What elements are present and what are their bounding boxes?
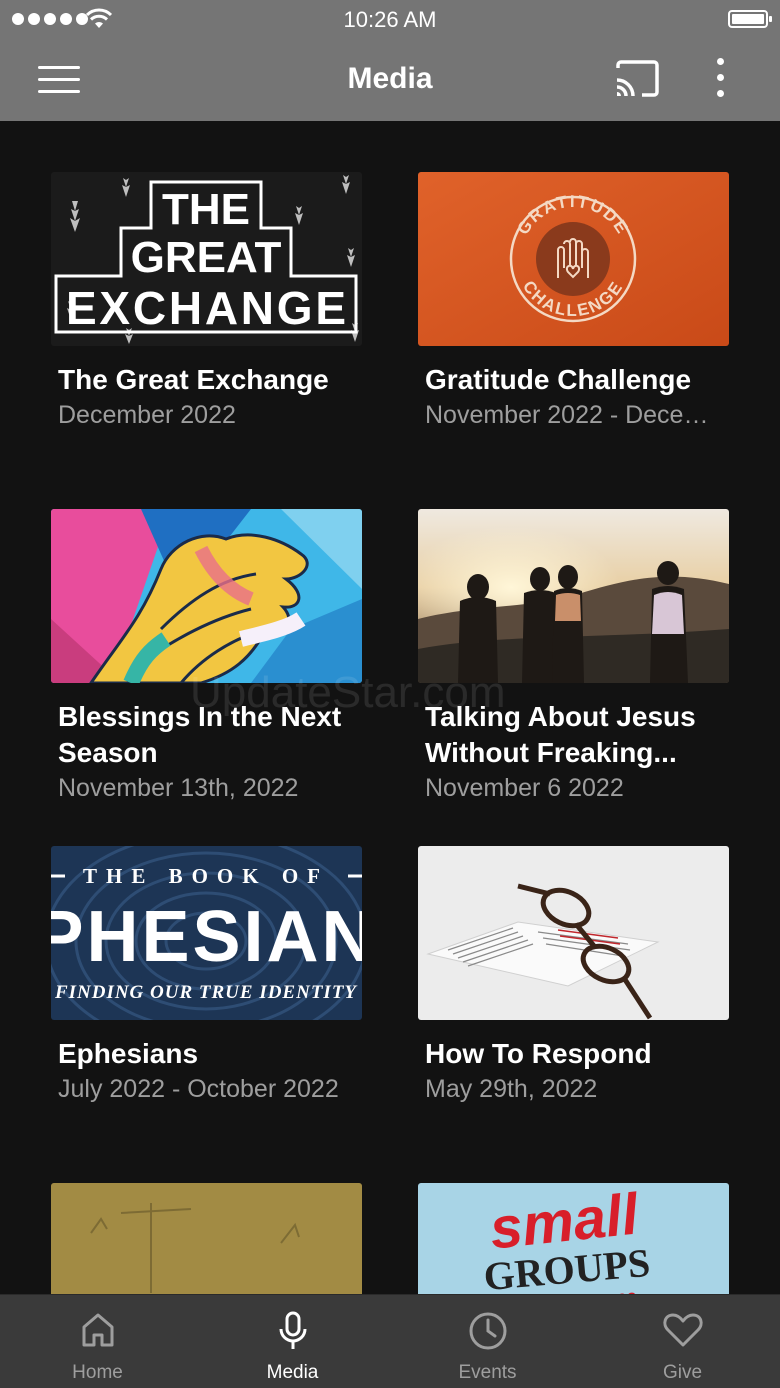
media-card[interactable]: Talking About Jesus Without Freaking... … bbox=[418, 509, 729, 805]
svg-text:EXCHANGE: EXCHANGE bbox=[66, 282, 346, 334]
card-title: How To Respond bbox=[425, 1038, 652, 1069]
media-card[interactable]: How To Respond May 29th, 2022 bbox=[418, 846, 729, 1106]
heart-icon bbox=[662, 1313, 703, 1347]
card-title: The Great Exchange bbox=[58, 364, 329, 395]
card-title: Blessings In the Next Season bbox=[58, 701, 342, 768]
media-card[interactable] bbox=[51, 1183, 362, 1294]
series-thumbnail bbox=[51, 1183, 362, 1294]
media-card[interactable]: THE BOOK OF EPHESIANS FINDING OUR TRUE I… bbox=[51, 846, 362, 1106]
media-grid: THE GREAT EXCHANGE The Great Exchange De… bbox=[0, 121, 780, 1294]
series-thumbnail bbox=[51, 509, 362, 683]
series-thumbnail: GRATITUDE CHALLENGE bbox=[418, 172, 729, 346]
card-date: November 13th, 2022 bbox=[58, 774, 299, 802]
tab-label: Give bbox=[662, 1362, 703, 1383]
media-card[interactable]: small GROUPS big difference bbox=[418, 1183, 729, 1294]
series-thumbnail bbox=[418, 846, 729, 1020]
tab-label: Home bbox=[72, 1362, 123, 1383]
more-options-icon[interactable] bbox=[710, 58, 730, 102]
series-thumbnail: small GROUPS big difference bbox=[418, 1183, 729, 1294]
media-card[interactable]: THE GREAT EXCHANGE The Great Exchange De… bbox=[51, 172, 362, 432]
series-thumbnail bbox=[418, 509, 729, 683]
card-title: Talking About Jesus Without Freaking... bbox=[425, 701, 696, 768]
svg-text:EPHESIANS: EPHESIANS bbox=[51, 897, 362, 977]
card-date: November 2022 - December 2022 bbox=[425, 401, 725, 429]
bottom-tab-bar: Home Media Events Give bbox=[0, 1294, 780, 1388]
card-title: Ephesians bbox=[58, 1038, 199, 1069]
svg-text:THE: THE bbox=[162, 185, 250, 234]
microphone-icon bbox=[279, 1311, 306, 1349]
media-card[interactable]: GRATITUDE CHALLENGE Gratitude Challenge … bbox=[418, 172, 729, 432]
series-thumbnail: THE BOOK OF EPHESIANS FINDING OUR TRUE I… bbox=[51, 846, 362, 1020]
clock-icon bbox=[469, 1312, 506, 1350]
header: 10:26 AM Media bbox=[0, 0, 780, 121]
card-date: November 6 2022 bbox=[425, 774, 624, 802]
svg-text:FINDING OUR TRUE IDENTITY: FINDING OUR TRUE IDENTITY bbox=[54, 982, 358, 1003]
tab-label: Events bbox=[458, 1362, 517, 1383]
svg-text:THE BOOK OF: THE BOOK OF bbox=[83, 864, 329, 888]
tab-give[interactable]: Give bbox=[585, 1295, 780, 1388]
status-time: 10:26 AM bbox=[343, 7, 437, 32]
svg-text:GREAT: GREAT bbox=[131, 233, 282, 282]
tab-label: Media bbox=[266, 1362, 319, 1383]
tab-media[interactable]: Media bbox=[195, 1295, 390, 1388]
card-date: May 29th, 2022 bbox=[425, 1075, 598, 1103]
card-date: December 2022 bbox=[58, 401, 236, 429]
page-title: Media bbox=[347, 62, 433, 95]
card-title: Gratitude Challenge bbox=[425, 364, 692, 395]
tab-home[interactable]: Home bbox=[0, 1295, 195, 1388]
app-bar: Media bbox=[0, 40, 780, 121]
home-icon bbox=[82, 1313, 113, 1347]
series-thumbnail: THE GREAT EXCHANGE bbox=[51, 172, 362, 346]
media-card[interactable]: Blessings In the Next Season November 13… bbox=[51, 509, 362, 805]
status-bar: 10:26 AM bbox=[0, 0, 780, 40]
battery-icon bbox=[728, 10, 772, 28]
tab-events[interactable]: Events bbox=[390, 1295, 585, 1388]
card-date: July 2022 - October 2022 bbox=[58, 1075, 339, 1103]
cast-icon[interactable] bbox=[614, 60, 660, 98]
